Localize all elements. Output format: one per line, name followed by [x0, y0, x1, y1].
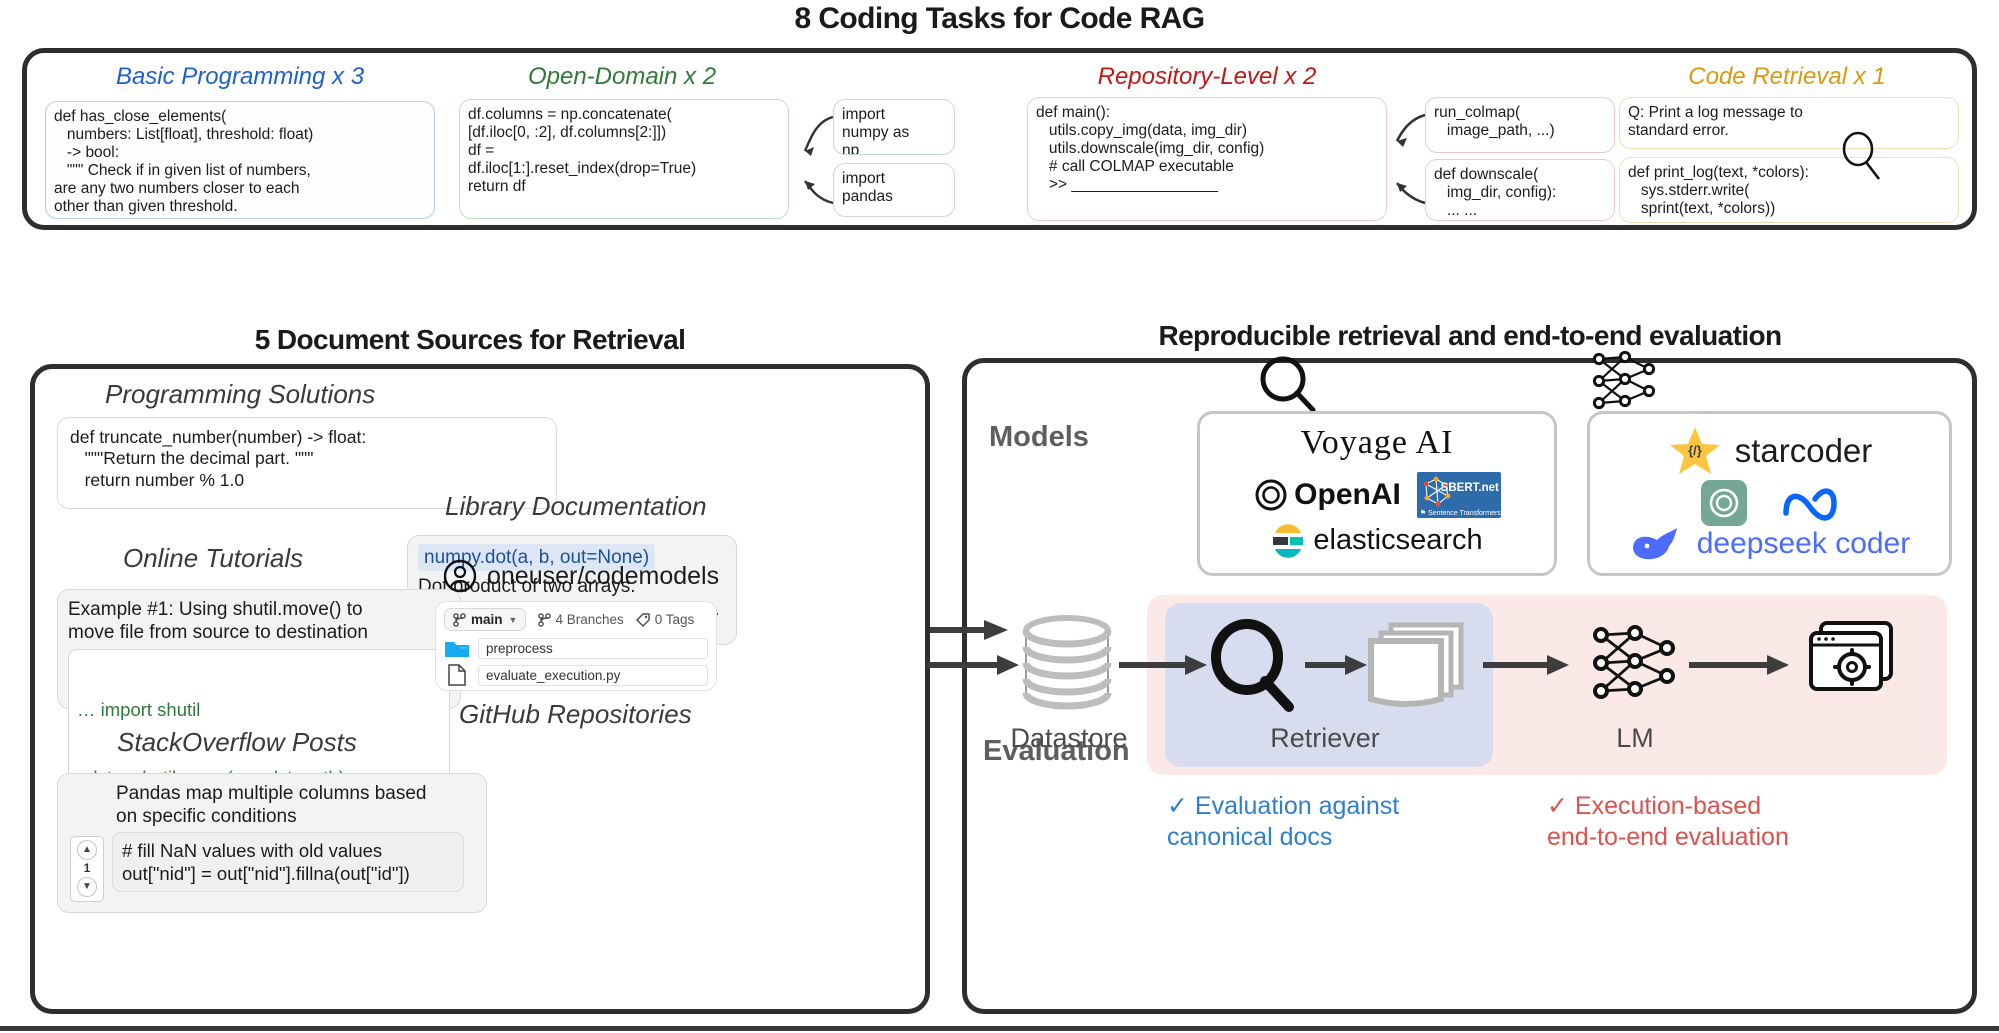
- neural-network-icon: [1592, 350, 1656, 410]
- elasticsearch-icon: [1273, 523, 1304, 558]
- figure-root: 8 Coding Tasks for Code RAG Basic Progra…: [0, 0, 1999, 1033]
- page-title: 8 Coding Tasks for Code RAG: [794, 2, 1206, 35]
- category-title-repository-level: Repository-Level x 2: [1097, 63, 1317, 90]
- star-code-icon: {/}: [1669, 427, 1720, 474]
- tutorial-code-line-1: … import shutil: [77, 699, 201, 721]
- repo-file-name[interactable]: evaluate_execution.py: [478, 664, 708, 686]
- code-retrieval-answer-box: def print_log(text, *colors): sys.stderr…: [1619, 157, 1959, 223]
- vote-count: 1: [83, 861, 91, 875]
- stackoverflow-post-box: Pandas map multiple columns based on spe…: [57, 773, 487, 913]
- open-domain-context-pandas: import pandas: [833, 163, 955, 217]
- sbert-label: SBERT.net: [1440, 482, 1499, 494]
- documents-section-title: 5 Document Sources for Retrieval: [254, 324, 686, 355]
- starcoder-label: starcoder: [1734, 432, 1873, 469]
- github-owner-repo-label: oneuser/codemodels: [487, 561, 720, 590]
- tag-icon: [635, 612, 650, 627]
- repository-level-code-box: def main(): utils.copy_img(data, img_dir…: [1027, 97, 1387, 221]
- user-avatar-icon: [443, 559, 477, 593]
- category-title-code-retrieval: Code Retrieval x 1: [1688, 63, 1886, 90]
- repo-file-name[interactable]: preprocess: [478, 638, 708, 659]
- model-logo-sbert: SBERT.net ⚑ Sentence Transformers: [1416, 472, 1501, 518]
- elasticsearch-label: elasticsearch: [1313, 524, 1483, 556]
- tags-count[interactable]: 0 Tags: [635, 612, 695, 627]
- category-title-open-domain: Open-Domain x 2: [527, 63, 717, 90]
- open-domain-context-numpy: import numpy as np: [833, 99, 955, 155]
- repo-file-row[interactable]: evaluate_execution.py: [444, 664, 708, 686]
- magnifier-icon: [1260, 356, 1316, 413]
- pipeline-arrows: [927, 655, 1789, 675]
- doc-title-github-repositories: GitHub Repositories: [459, 699, 692, 729]
- vote-stepper[interactable]: ▲ 1 ▼: [70, 836, 104, 902]
- doc-title-online-tutorials: Online Tutorials: [123, 543, 304, 573]
- svg-text:{/}: {/}: [1688, 443, 1702, 458]
- branches-count-label: 4 Branches: [555, 612, 624, 627]
- deepseek-whale-icon: [1632, 528, 1677, 560]
- code-retrieval-magnifier-icon: [1842, 131, 1881, 180]
- generator-models-box: {/} starcoder deepseek coder: [1587, 411, 1952, 576]
- repository-context-run-colmap: run_colmap( image_path, ...): [1425, 97, 1615, 153]
- evaluation-section-title: Reproducible retrieval and end-to-end ev…: [1158, 320, 1782, 351]
- sentence-transformers-label: ⚑ Sentence Transformers: [1419, 510, 1501, 517]
- repository-context-downscale: def downscale( img_dir, config): ... ...…: [1425, 159, 1615, 221]
- vote-up-icon[interactable]: ▲: [77, 840, 97, 860]
- branch-name: main: [471, 612, 503, 627]
- branch-selector[interactable]: main ▼: [444, 608, 527, 631]
- stackoverflow-question: Pandas map multiple columns based on spe…: [116, 783, 427, 828]
- meta-icon: [1782, 488, 1837, 521]
- note-evaluation-against-canonical-docs: ✓ Evaluation against canonical docs: [1167, 792, 1400, 851]
- openai-label: OpenAI: [1294, 478, 1401, 511]
- file-icon: [448, 664, 466, 686]
- document-sources-panel: Programming Solutions def truncate_numbe…: [30, 364, 930, 1014]
- category-title-basic-programming: Basic Programming x 3: [115, 63, 365, 90]
- coding-tasks-panel: Basic Programming x 3 Open-Domain x 2 Re…: [22, 48, 1977, 230]
- model-logo-openai: OpenAI: [1253, 477, 1401, 513]
- vote-down-icon[interactable]: ▼: [77, 876, 97, 897]
- basic-programming-code-box: def has_close_elements( numbers: List[fl…: [45, 101, 435, 219]
- stage-label-retriever: Retriever: [1270, 723, 1380, 753]
- row-label-models: Models: [989, 421, 1089, 453]
- repository-arrow-group: [1395, 113, 1426, 205]
- tags-count-label: 0 Tags: [654, 612, 695, 627]
- repo-file-row[interactable]: preprocess: [444, 638, 708, 659]
- online-tutorials-box: Example #1: Using shutil.move() to move …: [57, 589, 461, 840]
- open-domain-code-box: df.columns = np.concatenate( [df.iloc[0,…: [459, 99, 789, 219]
- openai-icon: [1255, 479, 1287, 511]
- branches-count[interactable]: 4 Branches: [538, 612, 624, 627]
- stage-label-datastore: Datastore: [1010, 723, 1128, 753]
- online-tutorial-text: Example #1: Using shutil.move() to move …: [68, 599, 368, 644]
- doc-title-library-documentation: Library Documentation: [445, 491, 707, 521]
- retriever-models-box: Voyage AI OpenAI SBERT.net ⚑ Sentence Tr…: [1197, 411, 1557, 576]
- open-domain-arrow-group: [803, 115, 834, 205]
- stackoverflow-code-box: # fill NaN values with old values out["n…: [112, 832, 464, 893]
- folder-icon: [445, 641, 469, 657]
- sbert-graph-icon: [1423, 476, 1451, 507]
- github-owner-row: oneuser/codemodels: [443, 559, 719, 593]
- github-repo-widget: main ▼ 4 Branches 0 Tags preprocess eval…: [435, 601, 717, 691]
- model-logo-voyage-ai: Voyage AI: [1300, 424, 1454, 461]
- evaluation-panel: Models Evaluation Voyage AI OpenAI SBERT…: [927, 350, 1977, 1014]
- branch-icon: [453, 612, 466, 627]
- bottom-divider: [0, 1026, 1999, 1031]
- chevron-down-icon[interactable]: ▼: [509, 615, 518, 625]
- code-retrieval-query-box: Q: Print a log message to standard error…: [1619, 97, 1959, 149]
- branch-icon: [538, 612, 552, 627]
- doc-title-stackoverflow-posts: StackOverflow Posts: [117, 727, 357, 757]
- deepseek-coder-label: deepseek coder: [1696, 527, 1911, 560]
- stage-label-lm: LM: [1616, 723, 1654, 753]
- openai-icon: [1700, 480, 1747, 526]
- docs-to-datastore-connector: [930, 620, 1008, 640]
- note-execution-based-evaluation: ✓ Execution-based end-to-end evaluation: [1547, 792, 1789, 851]
- doc-title-programming-solutions: Programming Solutions: [105, 379, 376, 409]
